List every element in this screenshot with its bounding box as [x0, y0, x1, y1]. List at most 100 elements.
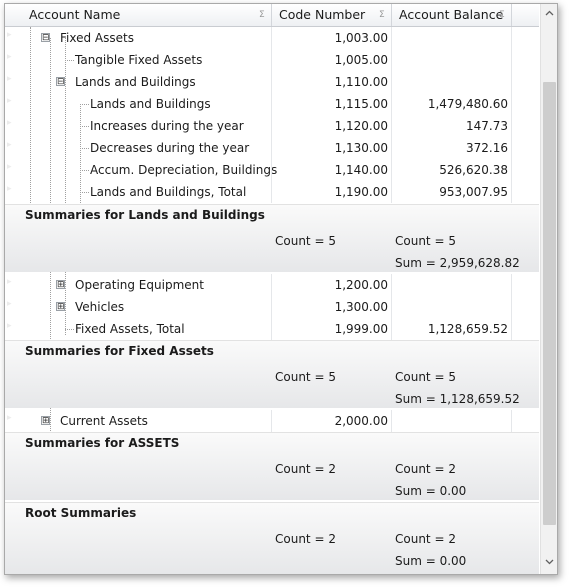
- summary-title: Summaries for ASSETS: [25, 436, 180, 450]
- cell-divider: [391, 71, 392, 93]
- header-account-name[interactable]: Account Name: [29, 4, 120, 26]
- table-row[interactable]: Lands and Buildings 1,115.00 1,479,480.6…: [5, 93, 539, 115]
- row-indicator[interactable]: [5, 137, 17, 159]
- code-number-cell: 1,130.00: [334, 141, 388, 155]
- account-balance-cell: 1,128,659.52: [427, 322, 508, 336]
- scrollbar-thumb[interactable]: [543, 82, 556, 525]
- code-number-cell: 1,999.00: [334, 322, 388, 336]
- expand-toggle-icon[interactable]: ⊞: [41, 416, 50, 426]
- group-summary-footer: Summaries for Lands and Buildings Count …: [5, 204, 539, 272]
- summary-balance-count: Count = 2: [395, 462, 456, 476]
- cell-divider: [391, 93, 392, 115]
- cell-divider: [271, 115, 272, 137]
- column-divider[interactable]: [271, 4, 272, 26]
- account-name-cell: Lands and Buildings: [90, 97, 211, 111]
- row-indicator[interactable]: [5, 93, 17, 115]
- sigma-icon[interactable]: Σ: [499, 4, 505, 26]
- row-indicator[interactable]: [5, 296, 17, 318]
- column-divider[interactable]: [511, 4, 512, 26]
- collapse-toggle-icon[interactable]: ⊟: [41, 33, 50, 43]
- cell-divider: [271, 71, 272, 93]
- cell-divider: [511, 410, 512, 432]
- account-balance-cell: [391, 49, 508, 71]
- cell-divider: [271, 137, 272, 159]
- table-row[interactable]: ⊞ Current Assets 2,000.00: [5, 410, 539, 432]
- cell-divider: [271, 49, 272, 71]
- cell-divider: [391, 27, 392, 49]
- row-indicator[interactable]: [5, 49, 17, 71]
- summary-balance-count: Count = 2: [395, 532, 456, 546]
- account-name-cell: Operating Equipment: [75, 278, 204, 292]
- account-balance-cell: 372.16: [466, 141, 508, 155]
- header-account-balance[interactable]: Account Balance: [399, 4, 503, 26]
- code-number-cell: 1,190.00: [334, 185, 388, 199]
- account-name-cell: Fixed Assets, Total: [75, 322, 185, 336]
- account-name-cell: Accum. Depreciation, Buildings: [90, 163, 278, 177]
- table-row[interactable]: ⊟ Fixed Assets 1,003.00: [5, 27, 539, 49]
- cell-divider: [391, 181, 392, 203]
- cell-divider: [391, 318, 392, 340]
- cell-divider: [271, 181, 272, 203]
- table-row[interactable]: Lands and Buildings, Total 1,190.00 953,…: [5, 181, 539, 203]
- account-name-cell: Lands and Buildings: [75, 75, 196, 89]
- table-row[interactable]: ⊞ Operating Equipment 1,200.00: [5, 274, 539, 296]
- tree-connector: [65, 329, 74, 330]
- vertical-scrollbar[interactable]: [540, 4, 557, 574]
- table-row[interactable]: Tangible Fixed Assets 1,005.00: [5, 49, 539, 71]
- row-indicator[interactable]: [5, 71, 17, 93]
- table-row[interactable]: ⊟ Lands and Buildings 1,110.00: [5, 71, 539, 93]
- cell-divider: [511, 115, 512, 137]
- table-row[interactable]: Decreases during the year 1,130.00 372.1…: [5, 137, 539, 159]
- tree-connector: [80, 148, 89, 149]
- grid-body: ⊟ Fixed Assets 1,003.00 Tangible Fixed A…: [5, 27, 539, 574]
- row-indicator[interactable]: [5, 318, 17, 340]
- cell-divider: [391, 296, 392, 318]
- cell-divider: [391, 49, 392, 71]
- account-name-cell: Vehicles: [75, 300, 125, 314]
- tree-connector: [80, 170, 89, 171]
- cell-divider: [271, 318, 272, 340]
- summary-title: Root Summaries: [25, 506, 137, 520]
- chevron-down-icon[interactable]: [544, 556, 555, 570]
- expand-toggle-icon[interactable]: ⊞: [56, 280, 65, 290]
- row-indicator[interactable]: [5, 181, 17, 203]
- sigma-icon[interactable]: Σ: [379, 4, 385, 26]
- root-summary-footer: Root Summaries Count = 2 Count = 2 Sum =…: [5, 502, 539, 574]
- cell-divider: [391, 274, 392, 296]
- tree-connector: [65, 60, 74, 61]
- column-header-row: Account Name Σ Code Number Σ Account Bal…: [5, 4, 539, 27]
- account-name-cell: Fixed Assets: [60, 31, 134, 45]
- expand-toggle-icon[interactable]: ⊞: [56, 302, 65, 312]
- cell-divider: [511, 93, 512, 115]
- code-number-cell: 1,120.00: [334, 119, 388, 133]
- account-balance-cell: 147.73: [466, 119, 508, 133]
- account-balance-cell: 1,479,480.60: [427, 97, 508, 111]
- account-name-cell: Current Assets: [60, 414, 148, 428]
- summary-balance-count: Count = 5: [395, 234, 456, 248]
- cell-divider: [271, 274, 272, 296]
- row-indicator[interactable]: [5, 27, 17, 49]
- account-balance-cell: [391, 27, 508, 49]
- account-name-cell: Decreases during the year: [90, 141, 250, 155]
- cell-divider: [511, 137, 512, 159]
- account-balance-cell: [391, 71, 508, 93]
- row-indicator[interactable]: [5, 410, 17, 432]
- table-row[interactable]: ⊞ Vehicles 1,300.00: [5, 296, 539, 318]
- row-indicator[interactable]: [5, 274, 17, 296]
- chevron-up-icon[interactable]: [544, 7, 555, 21]
- column-divider[interactable]: [391, 4, 392, 26]
- header-code-number[interactable]: Code Number: [279, 4, 365, 26]
- code-number-cell: 2,000.00: [334, 414, 388, 428]
- account-name-cell: Lands and Buildings, Total: [90, 185, 247, 199]
- row-indicator[interactable]: [5, 159, 17, 181]
- sigma-icon[interactable]: Σ: [259, 4, 265, 26]
- summary-title: Summaries for Lands and Buildings: [25, 208, 265, 222]
- account-balance-cell: [391, 274, 508, 296]
- table-row[interactable]: Increases during the year 1,120.00 147.7…: [5, 115, 539, 137]
- cell-divider: [271, 27, 272, 49]
- table-row[interactable]: Accum. Depreciation, Buildings 1,140.00 …: [5, 159, 539, 181]
- collapse-toggle-icon[interactable]: ⊟: [56, 77, 65, 87]
- summary-title: Summaries for Fixed Assets: [25, 344, 214, 358]
- table-row[interactable]: Fixed Assets, Total 1,999.00 1,128,659.5…: [5, 318, 539, 340]
- row-indicator[interactable]: [5, 115, 17, 137]
